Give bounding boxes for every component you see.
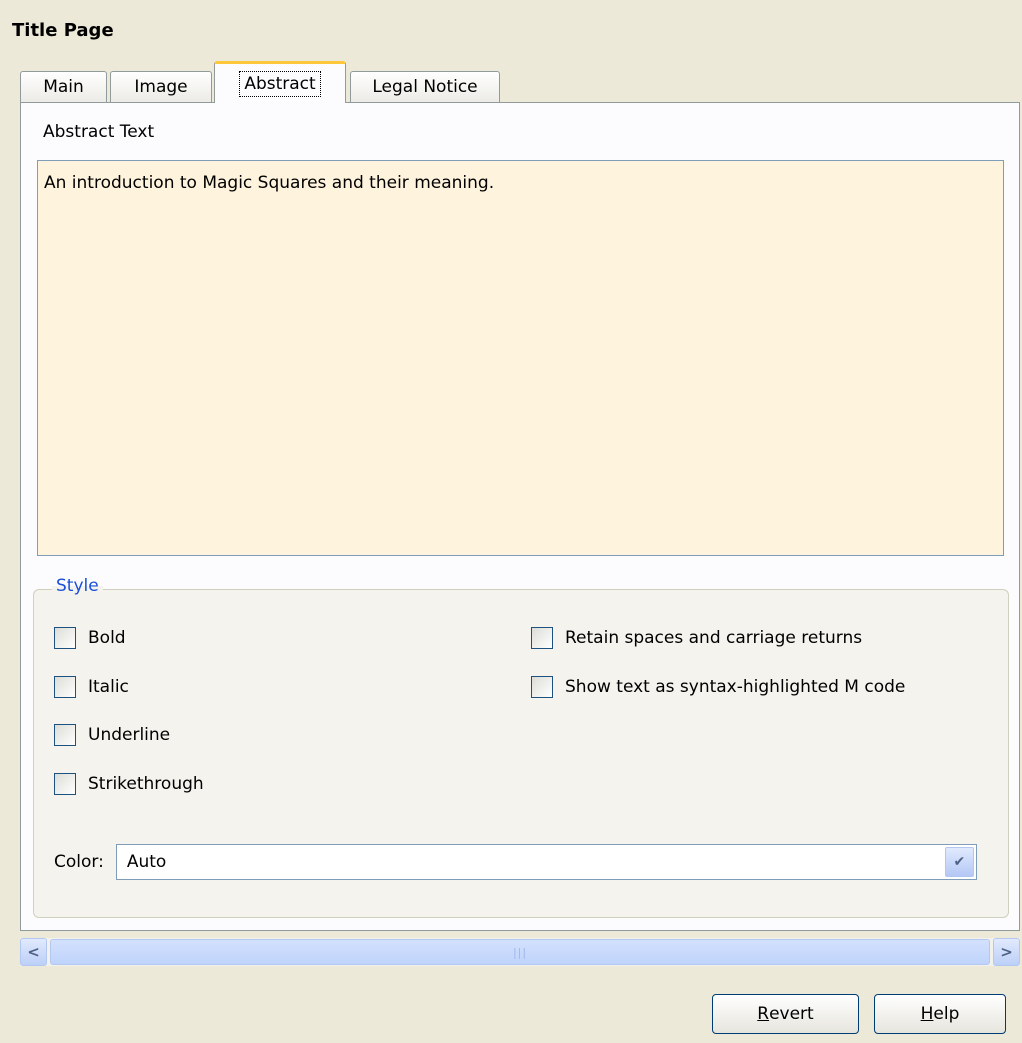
underline-checkbox[interactable] (54, 724, 76, 746)
abstract-tab-panel: Abstract Text An introduction to Magic S… (20, 102, 1020, 931)
bold-checkbox[interactable] (54, 627, 76, 649)
style-group-legend: Style (52, 576, 103, 596)
strikethrough-label: Strikethrough (88, 774, 204, 794)
color-select[interactable]: Auto ✔︎ (115, 844, 977, 880)
color-select-value: Auto (126, 852, 167, 872)
grip-icon: ||| (512, 945, 528, 959)
retain-spaces-checkbox[interactable] (531, 627, 553, 649)
strikethrough-checkbox[interactable] (54, 773, 76, 795)
abstract-text-label: Abstract Text (43, 122, 155, 142)
tab-legal-notice[interactable]: Legal Notice (350, 71, 500, 102)
abstract-text-area[interactable]: An introduction to Magic Squares and the… (37, 160, 1004, 556)
scroll-left-icon[interactable]: < (20, 938, 47, 966)
scrollbar-thumb[interactable]: ||| (50, 939, 990, 965)
tab-abstract[interactable]: Abstract (214, 61, 346, 103)
revert-label-rest: evert (769, 1004, 814, 1024)
tab-image-label: Image (134, 77, 188, 97)
tab-main-label: Main (43, 77, 84, 97)
tab-main[interactable]: Main (20, 71, 107, 102)
page-title: Title Page (12, 20, 114, 41)
italic-label: Italic (88, 677, 129, 697)
revert-button[interactable]: Revert (712, 994, 859, 1034)
help-label-rest: elp (933, 1004, 960, 1024)
tab-legal-notice-label: Legal Notice (372, 77, 478, 97)
bold-label: Bold (88, 628, 126, 648)
syntax-highlight-option[interactable]: Show text as syntax-highlighted M code (531, 676, 905, 698)
retain-spaces-option[interactable]: Retain spaces and carriage returns (531, 627, 862, 649)
color-row: Color: Auto ✔︎ (54, 844, 977, 880)
color-label: Color: (54, 852, 104, 872)
strikethrough-option[interactable]: Strikethrough (54, 773, 204, 795)
horizontal-scrollbar[interactable]: < ||| > (20, 938, 1020, 966)
syntax-highlight-label: Show text as syntax-highlighted M code (565, 677, 906, 697)
italic-checkbox[interactable] (54, 676, 76, 698)
tab-abstract-label: Abstract (239, 70, 321, 97)
syntax-highlight-checkbox[interactable] (531, 676, 553, 698)
underline-option[interactable]: Underline (54, 724, 170, 746)
chevron-down-icon[interactable]: ✔︎ (944, 847, 974, 877)
style-group: Style Bold Italic Underline Strikethroug… (33, 576, 1009, 918)
help-button[interactable]: Help (874, 994, 1006, 1034)
bold-option[interactable]: Bold (54, 627, 126, 649)
help-mnemonic: H (920, 1004, 934, 1024)
tab-image[interactable]: Image (110, 71, 212, 102)
revert-mnemonic: R (757, 1004, 770, 1024)
retain-spaces-label: Retain spaces and carriage returns (565, 628, 863, 648)
scroll-right-icon[interactable]: > (993, 938, 1020, 966)
italic-option[interactable]: Italic (54, 676, 129, 698)
underline-label: Underline (88, 725, 171, 745)
